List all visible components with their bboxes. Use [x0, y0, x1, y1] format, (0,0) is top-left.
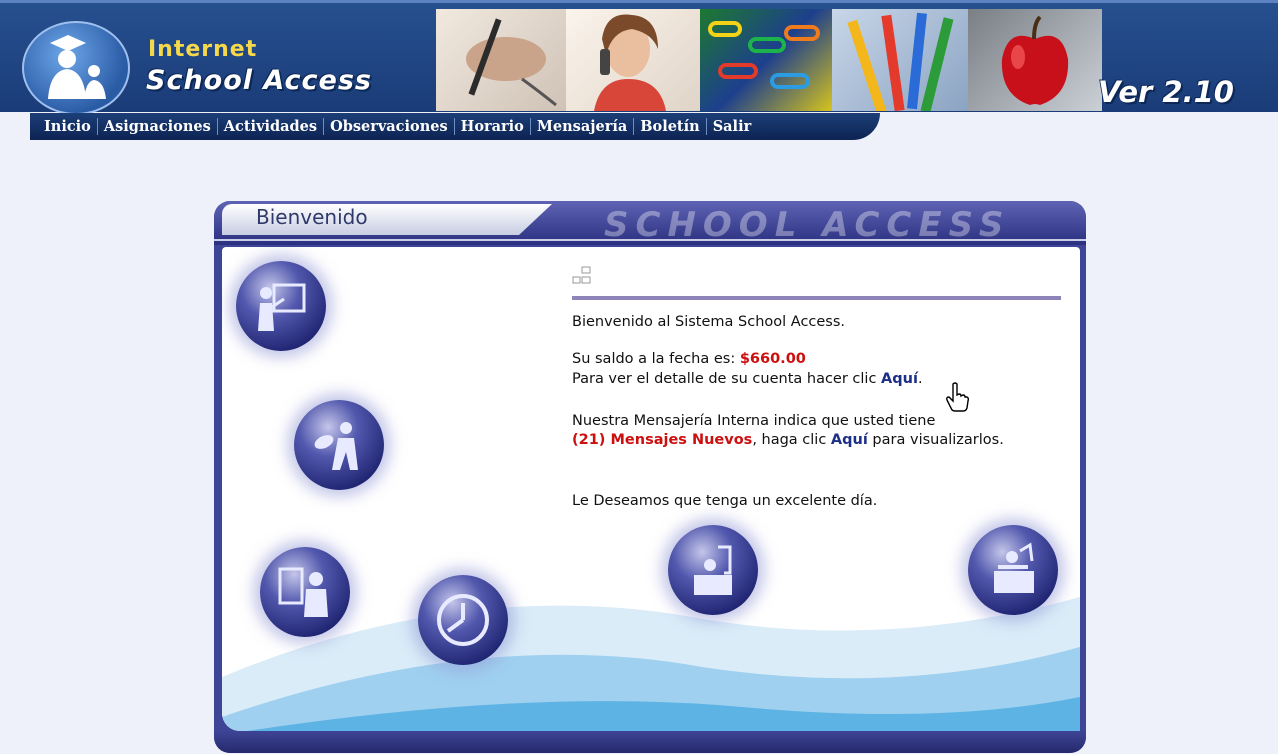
nav-item-salir[interactable]: Salir — [707, 118, 758, 135]
messages-info-text: Nuestra Mensajería Interna indica que us… — [572, 413, 936, 429]
messages-mid-text: , haga clic — [752, 432, 831, 448]
app-title-line1: Internet — [148, 37, 258, 62]
writing-photo — [436, 9, 566, 111]
welcome-panel: Bienvenido SCHOOL ACCESS Bienvenido al S… — [214, 201, 1086, 753]
messages-line: (21) Mensajes Nuevos, haga clic Aquí par… — [572, 432, 1004, 448]
sitemap-icon — [572, 266, 591, 284]
account-detail-text: Para ver el detalle de su cuenta hacer c… — [572, 371, 882, 387]
account-detail-end: . — [917, 371, 923, 387]
nav-item-actividades[interactable]: Actividades — [218, 118, 323, 135]
woman-on-phone-photo — [566, 9, 700, 111]
school-logo-icon — [22, 21, 130, 115]
assignments-icon[interactable] — [236, 261, 326, 351]
account-detail-line: Para ver el detalle de su cuenta hacer c… — [572, 371, 923, 387]
panel-divider — [214, 239, 1086, 241]
schedule-icon[interactable] — [418, 575, 508, 665]
messages-link[interactable]: Aquí — [831, 432, 868, 448]
farewell-text: Le Deseamos que tenga un excelente día. — [572, 493, 878, 509]
balance-label: Su saldo a la fecha es: — [572, 351, 740, 367]
messages-end-text: para visualizarlos. — [867, 432, 1004, 448]
balance-line: Su saldo a la fecha es: $660.00 — [572, 351, 806, 367]
app-title-line2: School Access — [146, 65, 372, 96]
panel-body: Bienvenido al Sistema School Access. Su … — [222, 247, 1080, 731]
nav-item-inicio[interactable]: Inicio — [38, 118, 97, 135]
welcome-tab-label: Bienvenido — [256, 205, 368, 229]
paper-clips-photo — [700, 9, 832, 111]
welcome-text: Bienvenido al Sistema School Access. — [572, 314, 846, 330]
red-apple-photo — [968, 9, 1102, 111]
welcome-tab: Bienvenido — [222, 204, 552, 235]
activities-icon[interactable] — [294, 400, 384, 490]
app-version: Ver 2.10 — [1098, 75, 1234, 109]
welcome-content: Bienvenido al Sistema School Access. Su … — [572, 247, 1072, 547]
nav-item-boletin[interactable]: Boletín — [634, 118, 705, 135]
colored-pencils-photo — [832, 9, 968, 115]
nav-item-observaciones[interactable]: Observaciones — [324, 118, 454, 135]
main-nav: Inicio Asignaciones Actividades Observac… — [30, 113, 880, 140]
balance-value: $660.00 — [739, 351, 806, 367]
decorative-wave — [222, 597, 1080, 731]
nav-item-mensajeria[interactable]: Mensajería — [531, 118, 633, 135]
content-divider — [572, 296, 1061, 300]
app-header: Internet School Access Ver 2.10 — [0, 0, 1278, 115]
new-messages-count: (21) Mensajes Nuevos — [572, 432, 753, 448]
panel-footer — [214, 731, 1086, 753]
nav-item-asignaciones[interactable]: Asignaciones — [98, 118, 217, 135]
nav-item-horario[interactable]: Horario — [455, 118, 530, 135]
observations-icon[interactable] — [260, 547, 350, 637]
hand-pointer-cursor-icon — [946, 382, 969, 412]
account-detail-link[interactable]: Aquí — [881, 371, 918, 387]
